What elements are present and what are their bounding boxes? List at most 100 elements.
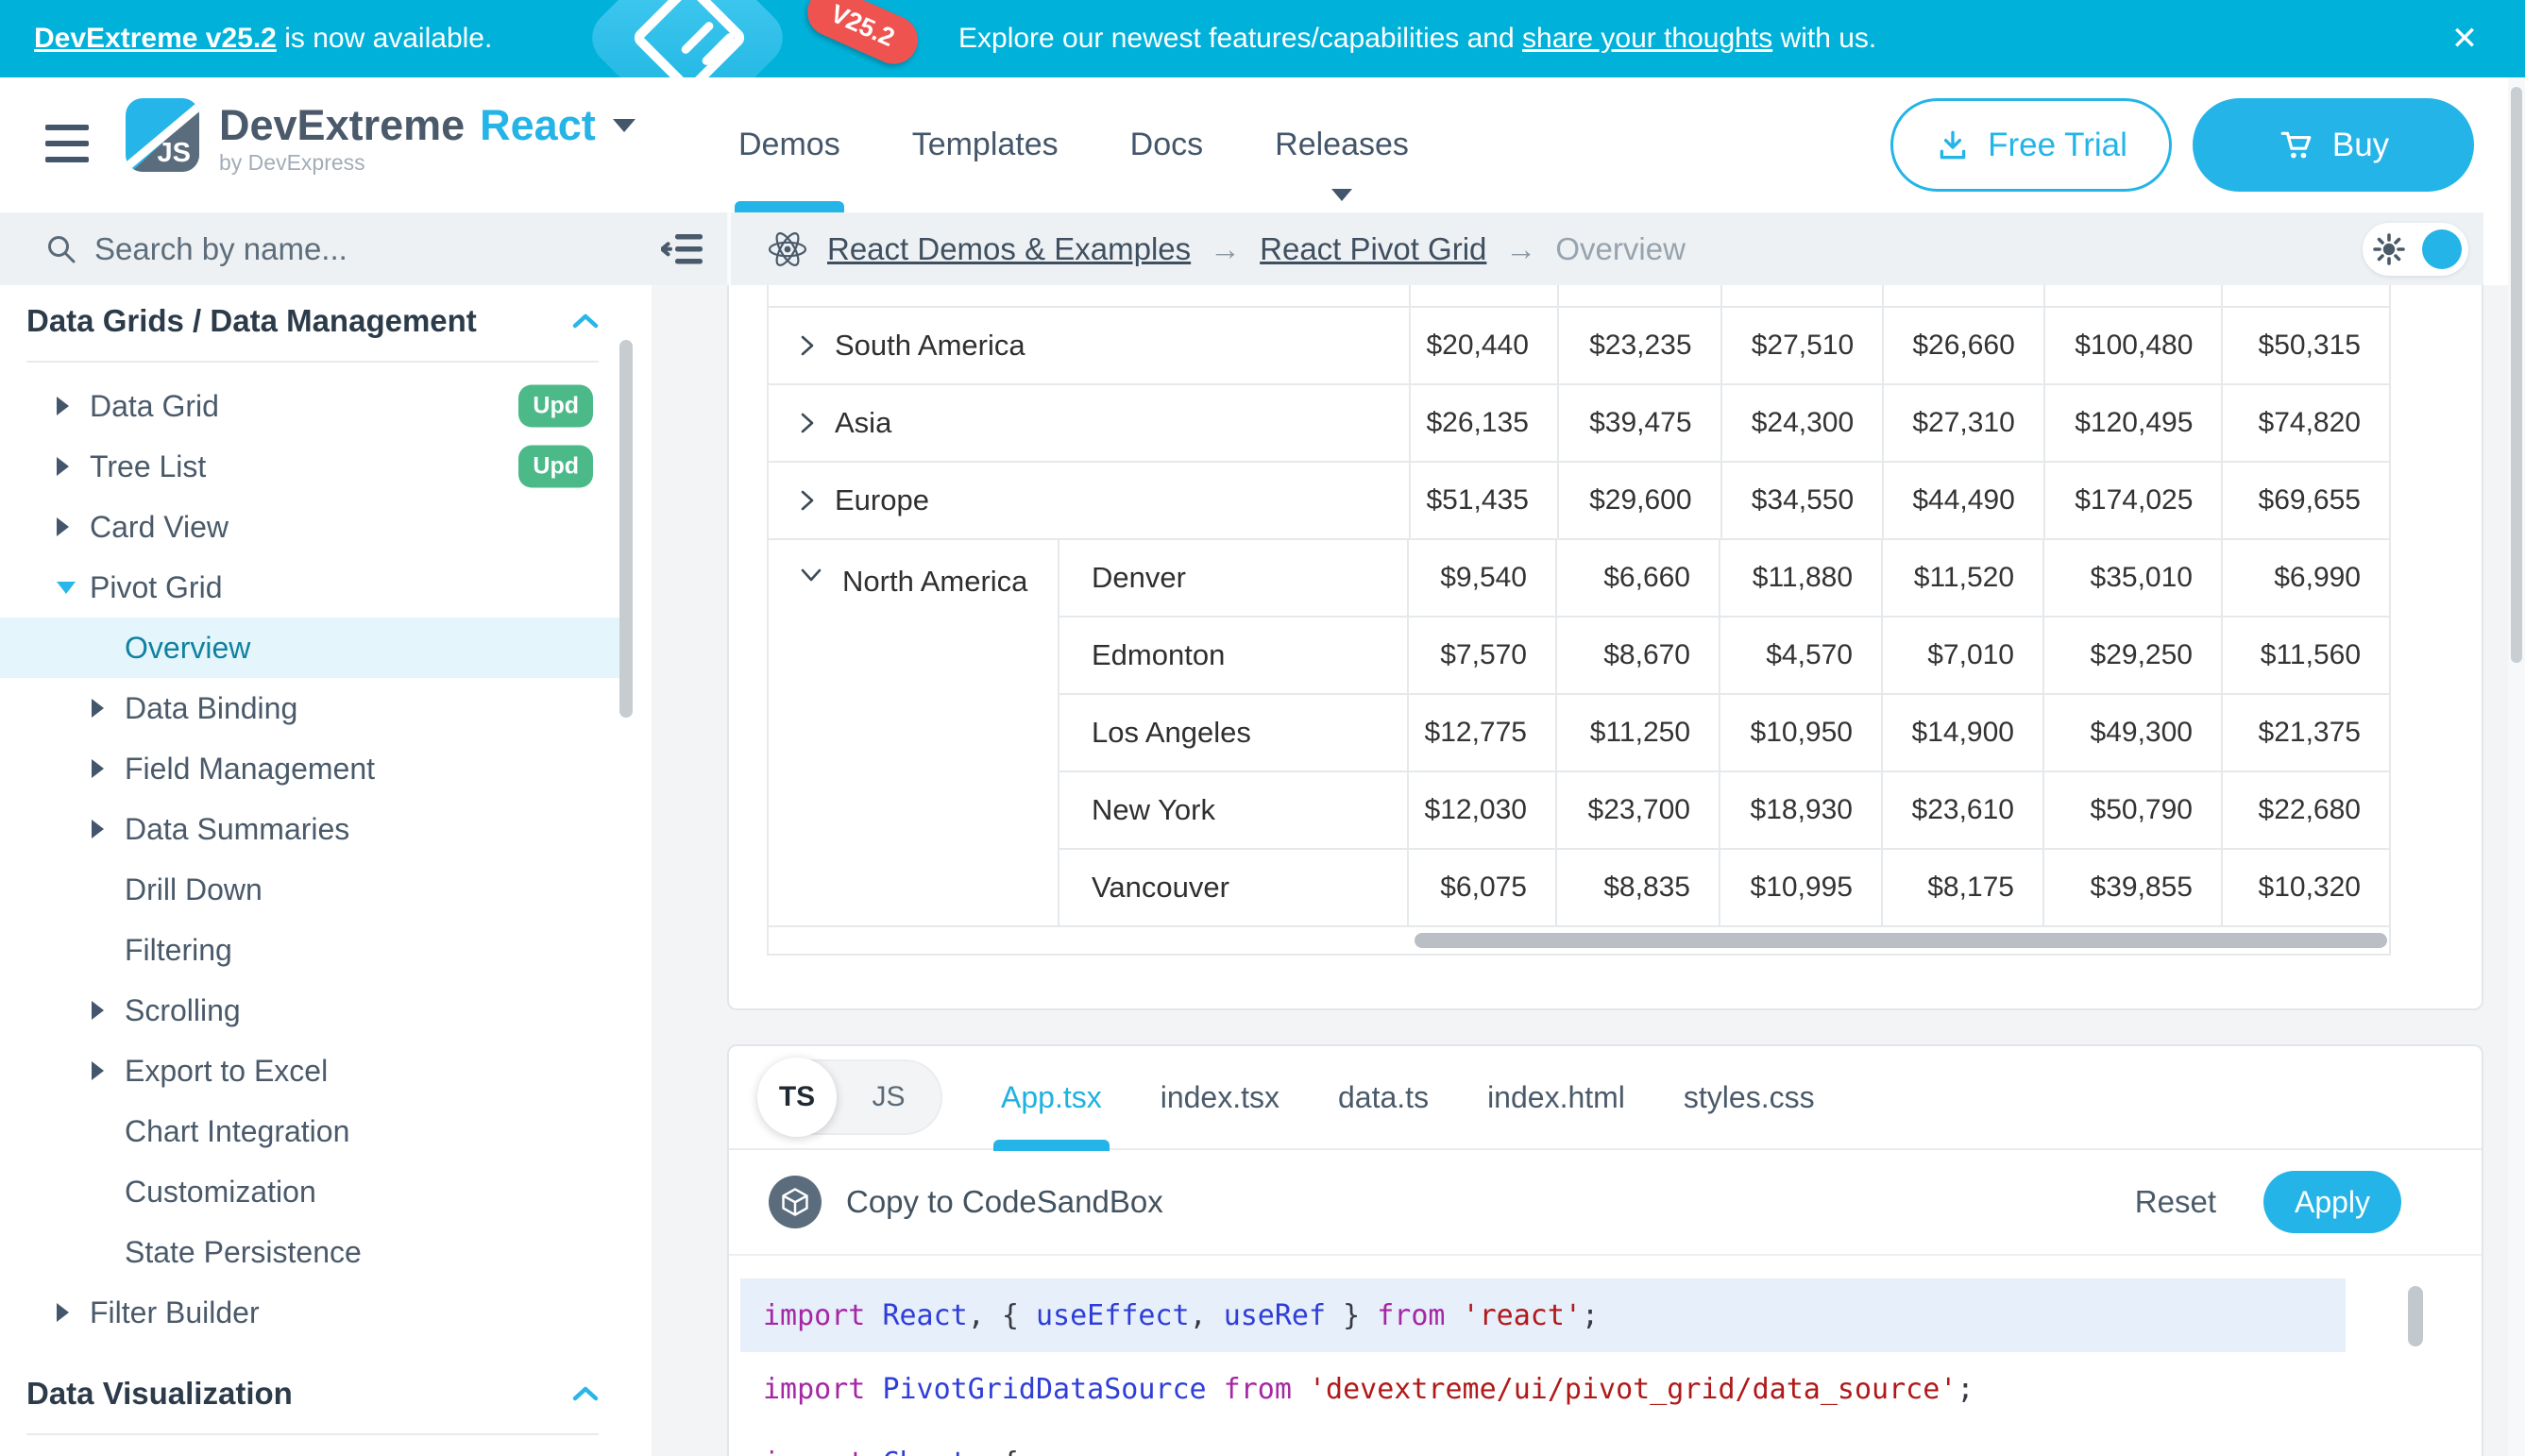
sidebar-item-drill-down[interactable]: Drill Down	[0, 859, 652, 920]
sidebar-item-label: Data Grid	[90, 389, 219, 424]
chevron-up-icon[interactable]	[572, 1385, 599, 1402]
sidebar-item-state-persistence[interactable]: State Persistence	[0, 1222, 652, 1282]
page-scrollbar[interactable]	[2508, 77, 2525, 1456]
sidebar-item-tree-list[interactable]: Tree ListUpd	[0, 436, 652, 497]
pivot-value-cell: $29,600	[1557, 463, 1720, 538]
page-scrollbar-thumb[interactable]	[2511, 87, 2522, 663]
sidebar-item-card-view[interactable]: Card View	[0, 497, 652, 557]
chevron-collapsed-icon[interactable]	[92, 1001, 104, 1020]
collapse-chevron-icon[interactable]	[797, 565, 825, 925]
brand-block: DevExtreme React by DevExpress	[219, 104, 635, 176]
code-token: }	[1326, 1299, 1377, 1332]
pivot-value-cell: $8,835	[1555, 850, 1719, 925]
chevron-collapsed-icon[interactable]	[92, 820, 104, 838]
hamburger-menu-icon[interactable]	[45, 125, 89, 162]
banner-announcement-text: is now available.	[277, 23, 492, 55]
search-input[interactable]	[94, 231, 491, 267]
banner-message-text-end: with us.	[1772, 23, 1876, 55]
free-trial-button[interactable]: Free Trial	[1890, 98, 2172, 192]
tab-data-ts[interactable]: data.ts	[1338, 1045, 1429, 1149]
tab-styles-css[interactable]: styles.css	[1684, 1045, 1815, 1149]
share-thoughts-link[interactable]: share your thoughts	[1522, 23, 1772, 55]
pivot-row-label: South America	[835, 329, 1025, 363]
sidebar-item-scrolling[interactable]: Scrolling	[0, 980, 652, 1041]
chevron-up-icon[interactable]	[572, 313, 599, 330]
chevron-expanded-icon[interactable]	[57, 582, 76, 594]
pivot-row-header-europe[interactable]: Europe	[769, 463, 1409, 538]
pivot-row-new-york: New York$12,030$23,700$18,930$23,610$50,…	[1059, 772, 2389, 850]
sidebar-item-filter-builder[interactable]: Filter Builder	[0, 1282, 652, 1343]
chevron-collapsed-icon[interactable]	[92, 759, 104, 778]
nav-item-templates[interactable]: Templates	[912, 77, 1059, 212]
apply-button[interactable]: Apply	[2263, 1171, 2401, 1233]
chevron-collapsed-icon[interactable]	[57, 457, 69, 476]
banner-close-icon[interactable]: ✕	[2432, 0, 2498, 77]
expand-chevron-icon[interactable]	[797, 331, 818, 360]
code-scrollbar[interactable]	[2408, 1286, 2423, 1346]
sidebar-item-customization[interactable]: Customization	[0, 1161, 652, 1222]
sidebar-item-data-binding[interactable]: Data Binding	[0, 678, 652, 738]
sidebar-item-data-grid[interactable]: Data Grid Upd	[0, 376, 652, 436]
pivot-row-vancouver: Vancouver$6,075$8,835$10,995$8,175$39,85…	[1059, 850, 2389, 925]
tab-index-html[interactable]: index.html	[1487, 1045, 1625, 1149]
sidebar-item-data-summaries[interactable]: Data Summaries	[0, 799, 652, 859]
tab-index-tsx[interactable]: index.tsx	[1161, 1045, 1279, 1149]
main-nav: Demos Templates Docs Releases	[738, 77, 1409, 212]
chevron-collapsed-icon[interactable]	[57, 517, 69, 536]
pivot-value-cell: $50,790	[2042, 772, 2221, 848]
copy-to-codesandbox-button[interactable]: Copy to CodeSandBox	[846, 1184, 1163, 1220]
chevron-down-icon[interactable]	[613, 119, 635, 132]
sidebar-item-label: Field Management	[125, 752, 375, 787]
tab-label: App.tsx	[1001, 1080, 1102, 1115]
collapse-panel-icon[interactable]	[661, 231, 704, 267]
devextreme-js-logo[interactable]: JS	[126, 98, 199, 172]
toggle-option-ts[interactable]: TS	[757, 1058, 837, 1137]
pivot-row-label: Asia	[835, 406, 891, 440]
expand-chevron-icon[interactable]	[797, 486, 818, 515]
code-token	[865, 1299, 882, 1332]
language-toggle[interactable]: TS JS	[757, 1059, 942, 1135]
codesandbox-icon[interactable]	[769, 1176, 822, 1228]
sidebar-item-filtering[interactable]: Filtering	[0, 920, 652, 980]
chevron-collapsed-icon[interactable]	[57, 397, 69, 415]
pivot-value-cell: $27,510	[1720, 308, 1883, 383]
sidebar-section-data-grids[interactable]: Data Grids / Data Management	[0, 285, 652, 342]
pivot-row-header-north-america[interactable]: North America	[769, 540, 1059, 925]
reset-button[interactable]: Reset	[2135, 1184, 2216, 1220]
breadcrumb-pivot-grid-link[interactable]: React Pivot Grid	[1260, 231, 1486, 267]
code-token: import	[763, 1299, 865, 1332]
framework-selector[interactable]: React	[480, 104, 596, 146]
buy-button[interactable]: Buy	[2193, 98, 2474, 192]
pivot-row-header-asia[interactable]: Asia	[769, 385, 1409, 461]
sidebar-item-overview[interactable]: Overview	[0, 618, 619, 678]
breadcrumb-demos-link[interactable]: React Demos & Examples	[827, 231, 1191, 267]
pivot-hscroll-thumb[interactable]	[1415, 933, 2387, 948]
toggle-option-js[interactable]: JS	[837, 1081, 941, 1113]
nav-item-docs[interactable]: Docs	[1130, 77, 1203, 212]
sidebar-item-field-management[interactable]: Field Management	[0, 738, 652, 799]
upd-badge: Upd	[518, 385, 593, 428]
pivot-value-cell: $39,855	[2042, 850, 2221, 925]
theme-toggle[interactable]	[2363, 223, 2468, 276]
chevron-collapsed-icon[interactable]	[92, 1061, 104, 1080]
nav-item-releases[interactable]: Releases	[1275, 77, 1409, 212]
brand-title[interactable]: DevExtreme	[219, 104, 465, 146]
code-token	[1446, 1299, 1463, 1332]
sidebar-section-data-visualization[interactable]: Data Visualization	[0, 1358, 652, 1414]
pivot-value-cell: $174,025	[2043, 463, 2222, 538]
pivot-value-cell: $4,570	[1719, 618, 1881, 693]
chevron-collapsed-icon[interactable]	[92, 699, 104, 718]
pivot-row-header-cell	[769, 285, 1409, 306]
sun-icon	[2372, 232, 2406, 266]
code-editor[interactable]: import React, { useEffect, useRef } from…	[729, 1256, 2482, 1456]
pivot-row-header-south-america[interactable]: South America	[769, 308, 1409, 383]
sidebar-item-pivot-grid[interactable]: Pivot Grid	[0, 557, 652, 618]
sidebar-item-export-to-excel[interactable]: Export to Excel	[0, 1041, 652, 1101]
banner-version-link[interactable]: DevExtreme v25.2	[34, 23, 277, 55]
chevron-collapsed-icon[interactable]	[57, 1303, 69, 1322]
sidebar-scrollbar[interactable]	[619, 340, 633, 718]
sidebar-item-chart-integration[interactable]: Chart Integration	[0, 1101, 652, 1161]
expand-chevron-icon[interactable]	[797, 409, 818, 437]
nav-item-demos[interactable]: Demos	[738, 77, 840, 212]
tab-app-tsx[interactable]: App.tsx	[1001, 1045, 1102, 1149]
